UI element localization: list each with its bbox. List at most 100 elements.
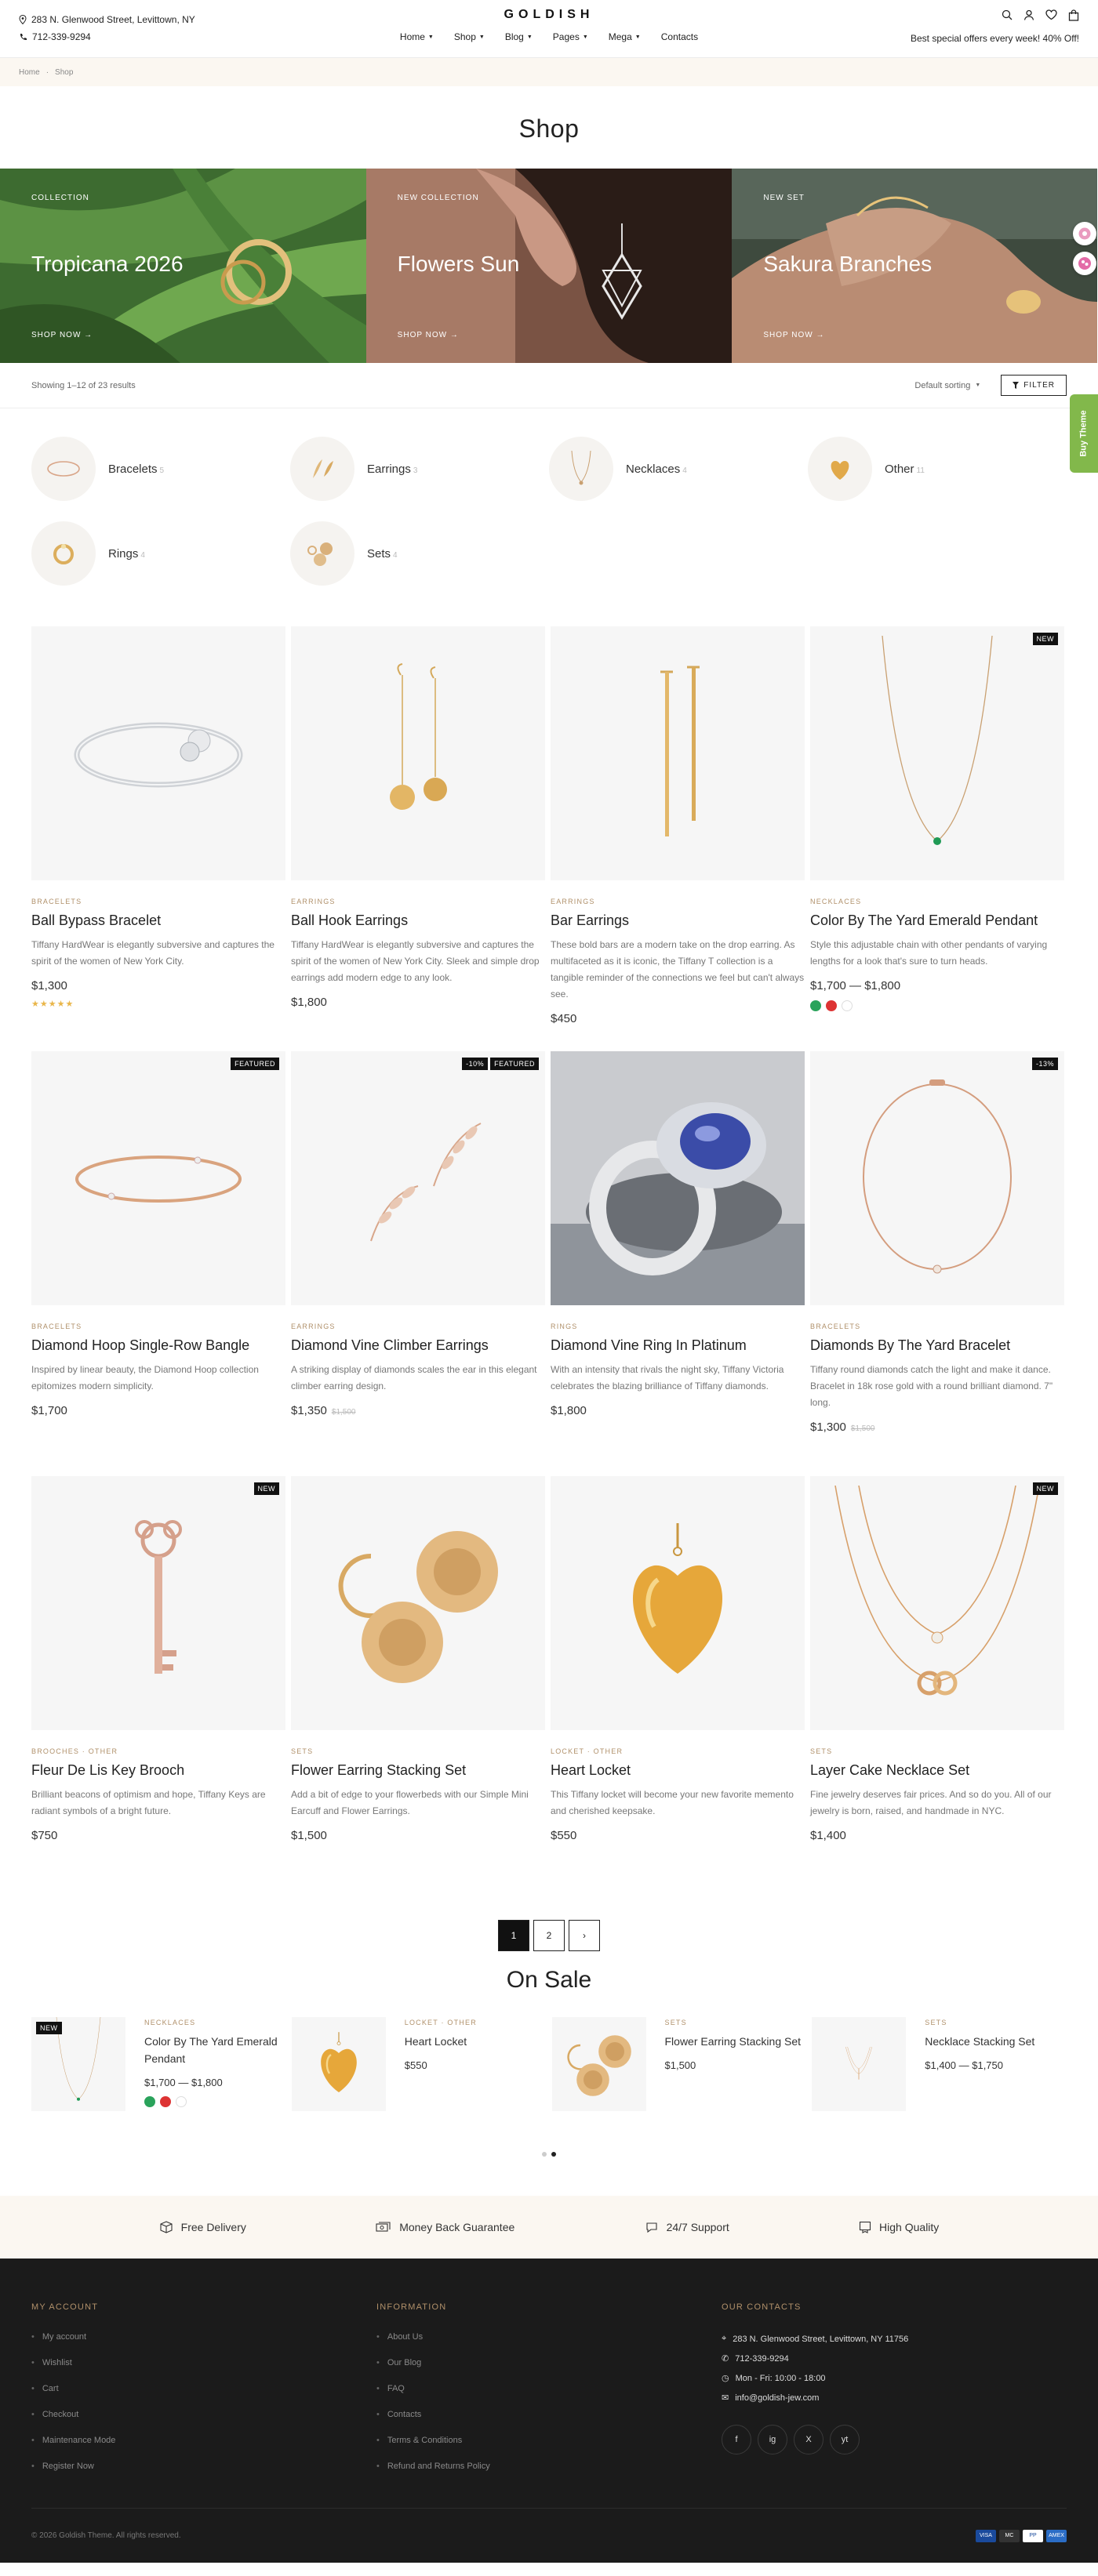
nav-pages[interactable]: Pages ▼ [553, 31, 588, 42]
product-image[interactable] [551, 1051, 805, 1305]
product-card[interactable]: NEW BROOCHES · OTHER Fleur De Lis Key Br… [31, 1476, 285, 1901]
category-bracelets[interactable]: Bracelets 5 [31, 437, 290, 501]
on-sale-category[interactable]: SETS [665, 2019, 802, 2026]
nav-mega[interactable]: Mega ▼ [609, 31, 641, 42]
banner-tropicana[interactable]: COLLECTION Tropicana 2026 SHOP NOW → [0, 169, 366, 363]
youtube-icon[interactable]: yt [830, 2425, 860, 2454]
color-swatch[interactable] [176, 2096, 187, 2107]
product-card[interactable]: RINGS Diamond Vine Ring In Platinum With… [551, 1051, 805, 1476]
on-sale-thumb[interactable] [551, 2017, 646, 2111]
product-category[interactable]: BRACELETS [31, 898, 285, 905]
heart-icon[interactable] [1045, 9, 1057, 20]
product-category[interactable]: BRACELETS [810, 1322, 1064, 1330]
product-name[interactable]: Ball Hook Earrings [291, 910, 545, 931]
site-logo[interactable]: GOLDISH [0, 8, 1098, 22]
product-name[interactable]: Fleur De Lis Key Brooch [31, 1760, 285, 1780]
facebook-icon[interactable]: f [722, 2425, 751, 2454]
nav-blog[interactable]: Blog ▼ [505, 31, 533, 42]
side-widget-lifebuoy[interactable] [1073, 222, 1096, 245]
footer-link[interactable]: Wishlist [31, 2358, 376, 2384]
instagram-icon[interactable]: ig [758, 2425, 787, 2454]
product-image[interactable]: -13% [810, 1051, 1064, 1305]
footer-link[interactable]: Refund and Returns Policy [376, 2462, 722, 2487]
page-2-button[interactable]: 2 [533, 1920, 565, 1951]
product-category[interactable]: BROOCHES · OTHER [31, 1747, 285, 1755]
banner-shop-now[interactable]: SHOP NOW → [31, 331, 93, 339]
banner-flowers-sun[interactable]: NEW COLLECTION Flowers Sun SHOP NOW → [365, 169, 733, 363]
product-category[interactable]: NECKLACES [810, 898, 1064, 905]
footer-link[interactable]: Maintenance Mode [31, 2436, 376, 2462]
color-swatch[interactable] [144, 2096, 155, 2107]
on-sale-category[interactable]: NECKLACES [144, 2019, 286, 2026]
footer-link[interactable]: Checkout [31, 2410, 376, 2436]
product-image[interactable] [551, 1476, 805, 1730]
side-widget-palette[interactable] [1073, 252, 1096, 275]
product-image[interactable] [551, 626, 805, 880]
product-card[interactable]: NEW NECKLACES Color By The Yard Emerald … [810, 626, 1064, 1051]
product-name[interactable]: Flower Earring Stacking Set [291, 1760, 545, 1780]
on-sale-item[interactable]: LOCKET · OTHER Heart Locket $550 [291, 2017, 547, 2111]
product-image[interactable] [31, 626, 285, 880]
product-card[interactable]: SETS Flower Earring Stacking Set Add a b… [291, 1476, 545, 1901]
product-name[interactable]: Diamond Vine Climber Earrings [291, 1335, 545, 1355]
on-sale-category[interactable]: SETS [925, 2019, 1034, 2026]
on-sale-name[interactable]: Heart Locket [405, 2033, 477, 2050]
nav-contacts[interactable]: Contacts [661, 31, 698, 42]
product-name[interactable]: Diamond Hoop Single-Row Bangle [31, 1335, 285, 1355]
carousel-dot-active[interactable] [551, 2152, 556, 2157]
on-sale-name[interactable]: Color By The Yard Emerald Pendant [144, 2033, 286, 2067]
product-card[interactable]: BRACELETS Ball Bypass Bracelet Tiffany H… [31, 626, 285, 1051]
product-image[interactable]: -10% FEATURED [291, 1051, 545, 1305]
on-sale-item[interactable]: SETS Flower Earring Stacking Set $1,500 [551, 2017, 807, 2111]
footer-link[interactable]: Contacts [376, 2410, 722, 2436]
x-icon[interactable]: X [794, 2425, 824, 2454]
carousel-dot[interactable] [542, 2152, 547, 2157]
product-card[interactable]: -13% BRACELETS Diamonds By The Yard Brac… [810, 1051, 1064, 1476]
color-swatch[interactable] [810, 1000, 821, 1011]
product-name[interactable]: Layer Cake Necklace Set [810, 1760, 1064, 1780]
footer-link[interactable]: Register Now [31, 2462, 376, 2487]
color-swatch[interactable] [842, 1000, 853, 1011]
on-sale-thumb[interactable]: NEW [31, 2017, 125, 2111]
sort-select[interactable]: Default sorting ▼ [914, 381, 980, 390]
page-1-button[interactable]: 1 [498, 1920, 529, 1951]
product-category[interactable]: EARRINGS [291, 898, 545, 905]
product-category[interactable]: BRACELETS [31, 1322, 285, 1330]
product-category[interactable]: SETS [810, 1747, 1064, 1755]
product-image[interactable] [291, 626, 545, 880]
user-icon[interactable] [1023, 9, 1034, 20]
product-image[interactable]: NEW [31, 1476, 285, 1730]
product-category[interactable]: LOCKET · OTHER [551, 1747, 805, 1755]
product-image[interactable]: NEW [810, 626, 1064, 880]
product-name[interactable]: Color By The Yard Emerald Pendant [810, 910, 1064, 931]
footer-email[interactable]: ✉ info@goldish-jew.com [722, 2385, 1067, 2411]
footer-link[interactable]: Terms & Conditions [376, 2436, 722, 2462]
on-sale-item[interactable]: NEW NECKLACES Color By The Yard Emerald … [31, 2017, 286, 2111]
on-sale-name[interactable]: Flower Earring Stacking Set [665, 2033, 802, 2050]
nav-home[interactable]: Home ▼ [400, 31, 434, 42]
product-image[interactable]: FEATURED [31, 1051, 285, 1305]
product-image[interactable] [291, 1476, 545, 1730]
category-earrings[interactable]: Earrings 3 [290, 437, 549, 501]
product-category[interactable]: EARRINGS [551, 898, 805, 905]
on-sale-category[interactable]: LOCKET · OTHER [405, 2019, 477, 2026]
category-sets[interactable]: Sets 4 [290, 521, 549, 586]
product-card[interactable]: NEW SETS Layer Cake Necklace Set Fine je… [810, 1476, 1064, 1901]
footer-link[interactable]: FAQ [376, 2384, 722, 2410]
product-name[interactable]: Bar Earrings [551, 910, 805, 931]
product-card[interactable]: EARRINGS Ball Hook Earrings Tiffany Hard… [291, 626, 545, 1051]
category-rings[interactable]: Rings 4 [31, 521, 290, 586]
category-necklaces[interactable]: Necklaces 4 [549, 437, 808, 501]
filter-button[interactable]: FILTER [1001, 375, 1067, 396]
product-name[interactable]: Diamonds By The Yard Bracelet [810, 1335, 1064, 1355]
product-card[interactable]: FEATURED BRACELETS Diamond Hoop Single-R… [31, 1051, 285, 1476]
color-swatch[interactable] [160, 2096, 171, 2107]
banner-shop-now[interactable]: SHOP NOW → [398, 331, 459, 339]
banner-shop-now[interactable]: SHOP NOW → [763, 331, 824, 339]
next-page-button[interactable]: › [569, 1920, 600, 1951]
product-card[interactable]: LOCKET · OTHER Heart Locket This Tiffany… [551, 1476, 805, 1901]
product-card[interactable]: -10% FEATURED EARRINGS Diamond Vine Climb… [291, 1051, 545, 1476]
footer-link[interactable]: My account [31, 2332, 376, 2358]
product-name[interactable]: Heart Locket [551, 1760, 805, 1780]
on-sale-thumb[interactable] [291, 2017, 386, 2111]
